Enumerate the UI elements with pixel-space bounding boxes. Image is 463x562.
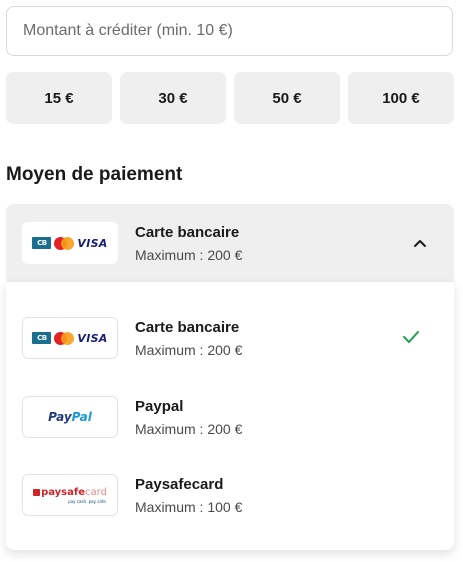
option-max: Maximum : 200 € <box>135 420 243 437</box>
paypal-logo: PayPal <box>22 396 118 438</box>
paysafe-logo-part2: card <box>85 486 107 498</box>
mastercard-icon <box>54 331 75 345</box>
mastercard-icon <box>54 236 75 250</box>
preset-50-button[interactable]: 50 € <box>234 72 340 124</box>
check-icon <box>403 331 419 343</box>
visa-icon: VISA <box>77 236 108 250</box>
option-paysafecard[interactable]: paysafecard pay cash. pay safe. Paysafec… <box>22 473 442 517</box>
card-logo: CB VISA <box>22 317 118 359</box>
amount-presets: 15 € 30 € 50 € 100 € <box>6 72 454 124</box>
card-logo: CB VISA <box>22 222 118 264</box>
payment-method-title: Moyen de paiement <box>6 164 183 185</box>
selected-method-name: Carte bancaire <box>135 223 240 241</box>
cb-icon: CB <box>32 237 52 249</box>
payment-method-dropdown: CB VISA Carte bancaire Maximum : 200 € P… <box>6 282 454 550</box>
option-name: Carte bancaire <box>135 318 240 336</box>
preset-15-button[interactable]: 15 € <box>6 72 112 124</box>
option-name: Paysafecard <box>135 475 224 493</box>
paysafe-tagline: pay cash. pay safe. <box>68 498 107 504</box>
cb-icon: CB <box>32 332 52 344</box>
paypal-logo-part1: Pay <box>48 410 72 424</box>
chevron-up-icon[interactable] <box>412 235 428 251</box>
option-carte-bancaire[interactable]: CB VISA Carte bancaire Maximum : 200 € <box>22 316 442 360</box>
payment-method-select[interactable]: CB VISA Carte bancaire Maximum : 200 € <box>6 204 454 282</box>
preset-100-button[interactable]: 100 € <box>348 72 454 124</box>
option-paypal[interactable]: PayPal Paypal Maximum : 200 € <box>22 395 442 439</box>
paypal-logo-part2: Pal <box>71 410 92 424</box>
visa-icon: VISA <box>77 331 108 345</box>
option-max: Maximum : 100 € <box>135 498 243 515</box>
option-name: Paypal <box>135 397 184 415</box>
option-max: Maximum : 200 € <box>135 341 243 358</box>
lock-icon <box>33 488 41 496</box>
paysafecard-logo: paysafecard pay cash. pay safe. <box>22 474 118 516</box>
amount-input[interactable] <box>6 6 453 56</box>
selected-method-max: Maximum : 200 € <box>135 246 243 263</box>
paysafe-logo-part1: paysafe <box>41 486 86 498</box>
preset-30-button[interactable]: 30 € <box>120 72 226 124</box>
